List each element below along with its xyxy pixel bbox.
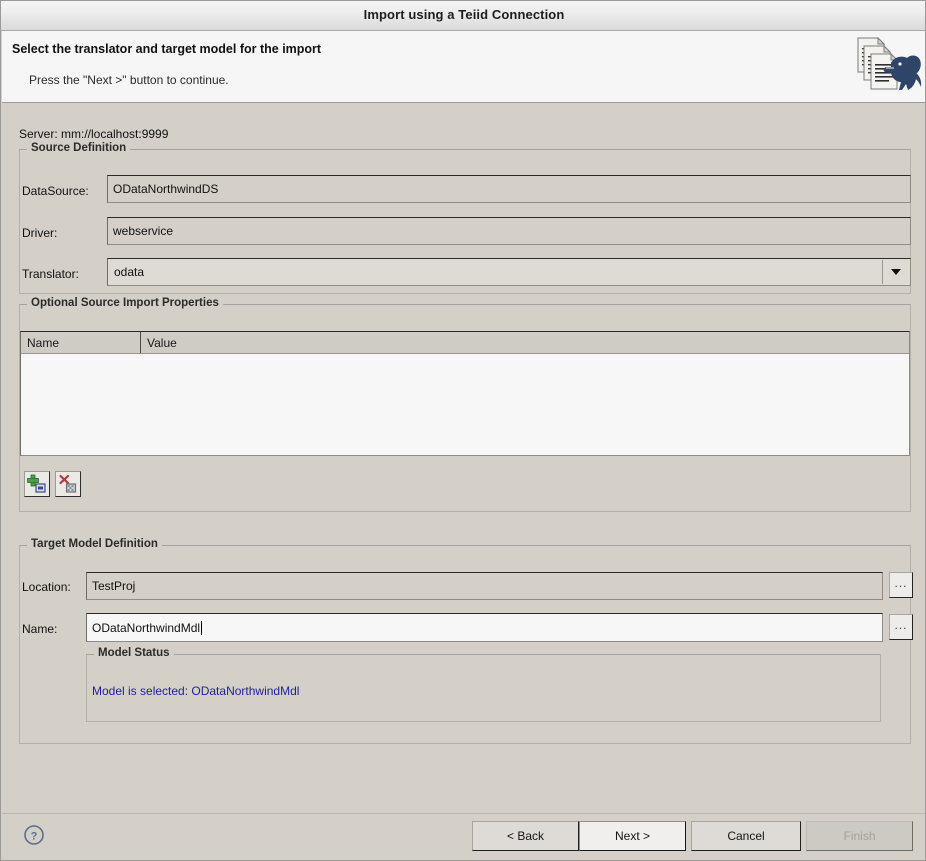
dialog-title: Import using a Teiid Connection [363,7,565,22]
location-field: TestProj [86,572,883,600]
location-browse-button[interactable]: ... [889,572,913,598]
location-label: Location: [22,580,71,594]
dialog-title-bar: Import using a Teiid Connection [1,1,925,31]
remove-property-button[interactable] [55,471,81,497]
server-label: Server: mm://localhost:9999 [19,127,169,141]
table-header-row: Name Value [21,332,909,354]
name-input-value: ODataNorthwindMdl [92,620,201,635]
back-button[interactable]: < Back [472,821,579,851]
model-status-message: Model is selected: ODataNorthwindMdl [92,684,300,698]
datasource-field: ODataNorthwindDS [107,175,911,203]
column-header-value[interactable]: Value [141,332,909,353]
next-button[interactable]: Next > [579,821,686,851]
column-header-name[interactable]: Name [21,332,141,353]
driver-field: webservice [107,217,911,245]
wizard-header: Select the translator and target model f… [2,31,925,103]
add-property-button[interactable] [24,471,50,497]
model-status-group-title: Model Status [94,647,174,659]
teiid-dinosaur-documents-banner-icon [850,32,924,98]
text-caret [201,620,203,635]
finish-button: Finish [806,821,913,851]
name-browse-button[interactable]: ... [889,614,913,640]
translator-label: Translator: [22,267,79,281]
optional-properties-group-title: Optional Source Import Properties [27,297,223,309]
driver-label: Driver: [22,226,58,240]
translator-combo-value: odata [114,265,145,279]
footer-separator [2,813,925,814]
source-definition-group-title: Source Definition [27,142,131,154]
chevron-down-icon[interactable] [882,260,909,284]
translator-combo[interactable]: odata [107,258,911,286]
wizard-header-subtitle: Press the "Next >" button to continue. [29,73,229,87]
name-input[interactable]: ODataNorthwindMdl [86,613,883,642]
svg-text:?: ? [31,831,38,843]
datasource-label: DataSource: [22,184,89,198]
help-question-icon[interactable]: ? [23,824,45,846]
name-label: Name: [22,622,58,636]
target-model-group-title: Target Model Definition [27,538,162,550]
remove-property-icon [56,472,80,496]
cancel-button[interactable]: Cancel [691,821,801,851]
import-teiid-connection-dialog: Import using a Teiid Connection Select t… [0,0,926,861]
wizard-header-title: Select the translator and target model f… [12,42,322,56]
add-property-icon [25,472,49,496]
optional-properties-table[interactable]: Name Value [20,331,910,456]
